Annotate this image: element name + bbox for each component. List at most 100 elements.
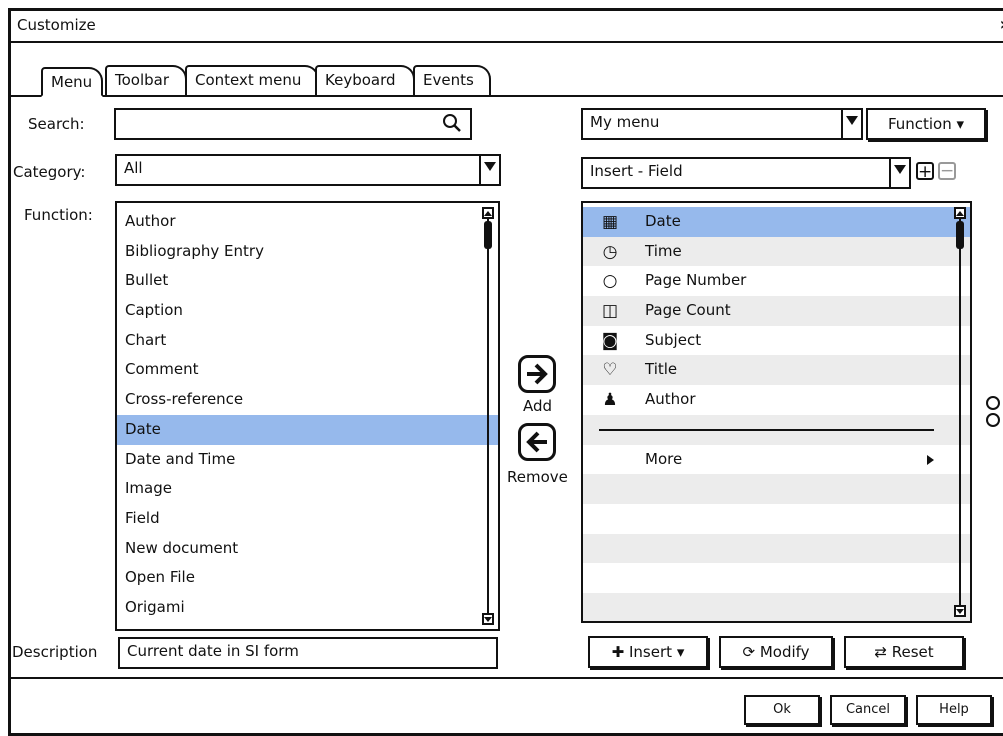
menu-item-label: Time: [645, 241, 682, 260]
heart-icon: ♡: [602, 360, 618, 381]
scroll-up-icon[interactable]: [482, 207, 494, 219]
close-icon[interactable]: ›: [1000, 14, 1003, 35]
menu-select-value: My menu: [590, 113, 660, 131]
add-label: Add: [523, 397, 553, 415]
category-label: Category:: [13, 163, 86, 181]
move-down-icon[interactable]: [986, 413, 1000, 427]
menu-item-label: Date: [645, 212, 681, 230]
menu-list-item[interactable]: ▦ Date: [583, 207, 970, 237]
function-list-item[interactable]: Date: [117, 414, 498, 445]
function-list-item[interactable]: Caption: [117, 296, 498, 326]
window-title: Customize: [17, 16, 96, 34]
function-button[interactable]: Function ▾: [866, 108, 986, 140]
menu-item-label: Subject: [645, 330, 702, 349]
menu-separator[interactable]: [583, 414, 970, 445]
reset-button[interactable]: ⇄ Reset: [844, 636, 964, 668]
clock-icon: ◷: [602, 241, 618, 262]
menu-item-label: Author: [645, 390, 696, 409]
user-icon: ♟: [602, 390, 618, 411]
function-list-scrollbar[interactable]: [482, 207, 494, 625]
menu-select[interactable]: My menu: [581, 108, 863, 140]
function-list-item[interactable]: Cross-reference: [117, 385, 498, 415]
scroll-up-icon[interactable]: [954, 207, 966, 219]
menu-list-item[interactable]: ♟ Author: [583, 385, 970, 415]
menu-list-scrollbar[interactable]: [954, 207, 966, 617]
menu-items-list[interactable]: ▦ Date ◷ Time ○ Page Number ◫ Page Count ◙ Subjec…: [581, 201, 972, 623]
submenu-select[interactable]: Insert - Field: [581, 157, 911, 189]
menu-list-empty-row: [583, 504, 970, 534]
search-label: Search:: [28, 115, 85, 133]
function-list-item[interactable]: Comment: [117, 355, 498, 385]
add-submenu-icon[interactable]: +: [916, 162, 934, 181]
function-list-item[interactable]: Bibliography Entry: [117, 237, 498, 267]
cancel-button[interactable]: Cancel: [830, 695, 906, 725]
chevron-down-icon: [889, 159, 909, 187]
scroll-thumb[interactable]: [484, 221, 492, 249]
function-list-item[interactable]: Chart: [117, 326, 498, 356]
menu-list-empty-row: [583, 563, 970, 593]
function-list-item[interactable]: New document: [117, 534, 498, 564]
function-list-item[interactable]: Origami: [117, 593, 498, 623]
ok-button[interactable]: Ok: [744, 695, 820, 725]
remove-label: Remove: [507, 468, 568, 486]
columns-icon: ◫: [601, 301, 619, 322]
menu-list-item[interactable]: More: [583, 445, 970, 475]
description-field[interactable]: Current date in SI form: [118, 637, 498, 669]
tab-menu[interactable]: Menu: [41, 67, 103, 97]
modify-button[interactable]: ⟳ Modify: [719, 636, 833, 668]
menu-item-label: Title: [645, 360, 678, 379]
caret-down-icon: ▾: [956, 115, 965, 133]
function-list[interactable]: Author Bibliography Entry Bullet Caption Cha…: [115, 201, 500, 631]
scroll-down-icon[interactable]: [954, 605, 966, 617]
category-value: All: [124, 159, 143, 177]
tab-context-menu[interactable]: Context menu: [185, 65, 319, 95]
camera-icon: ◙: [601, 330, 619, 351]
function-list-item[interactable]: Image: [117, 474, 498, 504]
menu-list-empty-row: [583, 592, 970, 621]
scroll-down-icon[interactable]: [482, 613, 494, 625]
remove-button[interactable]: [518, 423, 556, 461]
arrow-left-icon: [526, 431, 547, 453]
function-list-item[interactable]: Author: [117, 207, 498, 237]
caret-down-icon: ▾: [676, 643, 685, 661]
menu-item-label: Page Number: [645, 271, 747, 290]
menu-list-empty-row: [583, 474, 970, 504]
move-up-icon[interactable]: [986, 396, 1000, 410]
add-button[interactable]: [518, 355, 556, 393]
description-label: Description: [12, 643, 98, 661]
insert-button[interactable]: ✚ Insert ▾: [588, 636, 708, 668]
arrow-right-icon: [527, 363, 548, 385]
function-label: Function:: [24, 206, 93, 224]
scroll-thumb[interactable]: [956, 221, 964, 249]
calendar-icon: ▦: [601, 212, 619, 232]
menu-list-item[interactable]: ◙ Subject: [583, 326, 970, 356]
function-list-item[interactable]: Open File: [117, 563, 498, 593]
chevron-right-icon: [927, 454, 934, 465]
menu-list-item[interactable]: ◫ Page Count: [583, 296, 970, 326]
customize-dialog: Customize › Menu Toolbar Context menu Ke…: [8, 8, 1003, 736]
search-icon: [443, 114, 461, 132]
plus-icon: ✚: [611, 643, 625, 661]
tab-events[interactable]: Events: [413, 65, 491, 95]
swap-icon: ⇄: [874, 643, 887, 661]
remove-submenu-icon[interactable]: −: [938, 162, 956, 180]
title-bar: Customize ›: [11, 11, 1003, 43]
function-list-item[interactable]: Bullet: [117, 266, 498, 296]
category-dropdown[interactable]: All: [115, 154, 501, 186]
chevron-down-icon: [841, 110, 861, 138]
menu-list-empty-row: [583, 533, 970, 564]
function-list-item[interactable]: Date and Time: [117, 445, 498, 475]
menu-item-label: More: [645, 449, 683, 468]
search-input[interactable]: [114, 108, 472, 140]
menu-item-label: Page Count: [645, 301, 731, 320]
tab-toolbar[interactable]: Toolbar: [105, 65, 187, 95]
help-button[interactable]: Help: [916, 695, 992, 725]
menu-list-item[interactable]: ○ Page Number: [583, 266, 970, 296]
menu-list-item[interactable]: ◷ Time: [583, 236, 970, 267]
tab-keyboard[interactable]: Keyboard: [315, 65, 415, 95]
footer-divider: [11, 677, 1003, 679]
function-list-item[interactable]: Field: [117, 504, 498, 534]
chevron-down-icon: [479, 156, 499, 184]
menu-list-item[interactable]: ♡ Title: [583, 355, 970, 386]
tab-strip: Menu Toolbar Context menu Keyboard Event…: [11, 43, 1003, 97]
